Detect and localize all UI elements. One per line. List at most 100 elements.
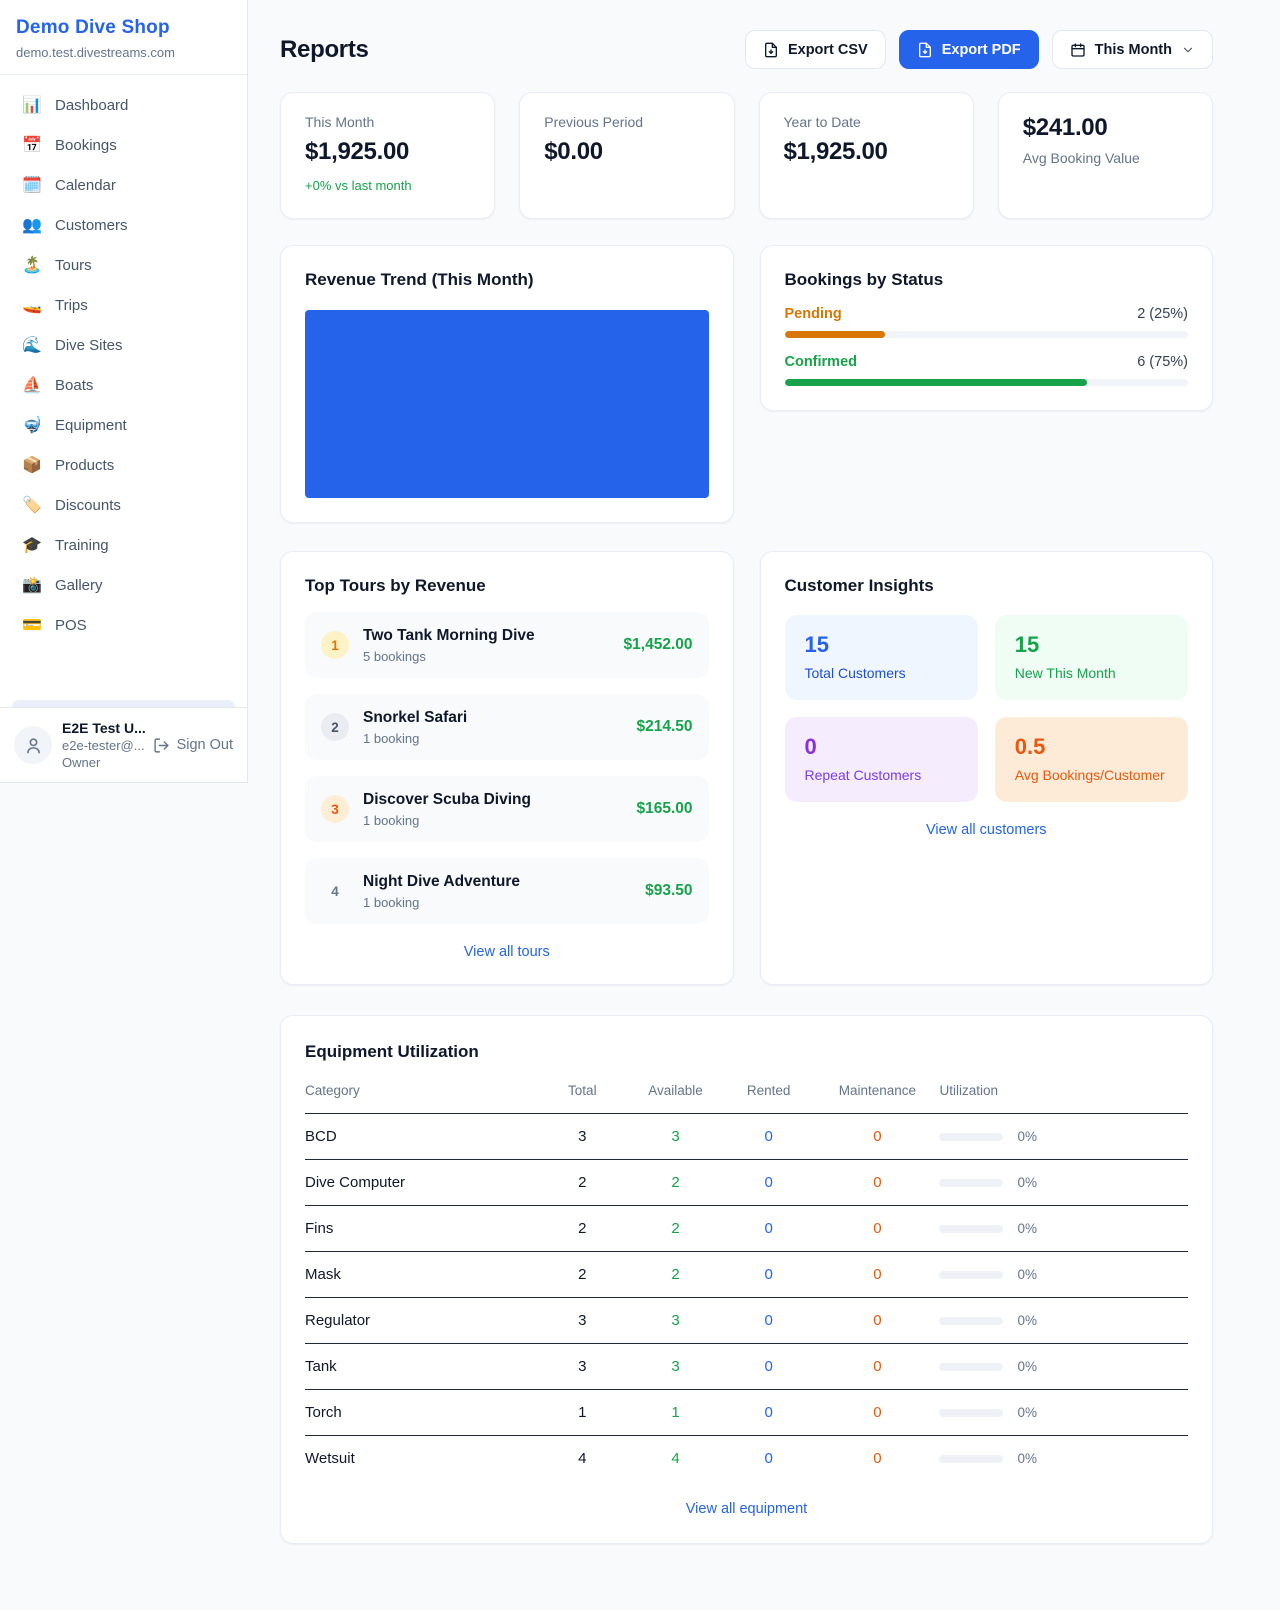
status-label: Confirmed xyxy=(785,354,858,370)
column-header: Utilization xyxy=(939,1083,1188,1114)
sidebar-item-bookings[interactable]: 📅 Bookings xyxy=(12,125,235,165)
revenue-trend-chart xyxy=(305,310,709,498)
status-bar-track xyxy=(785,379,1189,386)
table-row: Fins 2 2 0 0 0% xyxy=(305,1206,1188,1252)
sign-out-label: Sign Out xyxy=(177,737,233,753)
tour-row: 2 Snorkel Safari 1 booking $214.50 xyxy=(305,694,709,760)
category-cell: Torch xyxy=(305,1390,536,1436)
sidebar-item-label: POS xyxy=(55,617,87,634)
export-pdf-button[interactable]: Export PDF xyxy=(899,30,1039,69)
sign-out-button[interactable]: Sign Out xyxy=(153,737,233,754)
sidebar-item-dashboard[interactable]: 📊 Dashboard xyxy=(12,85,235,125)
shop-domain: demo.test.divestreams.com xyxy=(16,45,231,60)
category-cell: Regulator xyxy=(305,1298,536,1344)
calendar-icon: 🗓️ xyxy=(22,175,42,195)
stat-label: Year to Date xyxy=(784,114,949,130)
bookings-by-status-title: Bookings by Status xyxy=(785,270,1189,290)
sidebar-item-dive-sites[interactable]: 🌊 Dive Sites xyxy=(12,325,235,365)
utilization-text: 0% xyxy=(1017,1313,1037,1328)
utilization-bar xyxy=(939,1455,1003,1463)
view-all-tours-link[interactable]: View all tours xyxy=(464,944,550,960)
sidebar-item-trips[interactable]: 🚤 Trips xyxy=(12,285,235,325)
insight-tile-new-this-month: 15 New This Month xyxy=(995,615,1188,700)
export-csv-button[interactable]: Export CSV xyxy=(745,30,886,69)
total-cell: 3 xyxy=(536,1114,629,1160)
status-row-confirmed: Confirmed 6 (75%) xyxy=(785,354,1189,386)
table-row: Dive Computer 2 2 0 0 0% xyxy=(305,1160,1188,1206)
sidebar-item-training[interactable]: 🎓 Training xyxy=(12,525,235,565)
utilization-bar xyxy=(939,1133,1003,1141)
brand-block: Demo Dive Shop demo.test.divestreams.com xyxy=(0,0,247,75)
utilization-bar xyxy=(939,1179,1003,1187)
available-cell: 2 xyxy=(629,1160,722,1206)
utilization-text: 0% xyxy=(1017,1405,1037,1420)
export-pdf-label: Export PDF xyxy=(942,42,1021,58)
total-cell: 3 xyxy=(536,1344,629,1390)
available-cell: 2 xyxy=(629,1252,722,1298)
total-cell: 4 xyxy=(536,1436,629,1482)
sidebar-item-boats[interactable]: ⛵ Boats xyxy=(12,365,235,405)
utilization-bar xyxy=(939,1317,1003,1325)
period-select[interactable]: This Month xyxy=(1052,30,1213,69)
tour-amount: $214.50 xyxy=(636,718,692,736)
stat-value: $1,925.00 xyxy=(305,138,470,166)
rank-badge: 2 xyxy=(321,713,349,741)
stat-card-avg-booking-value: $241.00 Avg Booking Value xyxy=(998,92,1213,219)
stat-card-previous-period: Previous Period $0.00 xyxy=(519,92,734,219)
status-row-pending: Pending 2 (25%) xyxy=(785,306,1189,338)
insight-value: 0.5 xyxy=(1015,734,1168,760)
training-icon: 🎓 xyxy=(22,535,42,555)
top-tours-card: Top Tours by Revenue 1 Two Tank Morning … xyxy=(280,551,734,985)
maintenance-cell: 0 xyxy=(815,1252,939,1298)
category-cell: Wetsuit xyxy=(305,1436,536,1482)
sidebar-item-label: Equipment xyxy=(55,417,127,434)
table-row: BCD 3 3 0 0 0% xyxy=(305,1114,1188,1160)
sidebar-item-products[interactable]: 📦 Products xyxy=(12,445,235,485)
stat-value: $241.00 xyxy=(1023,114,1188,142)
sidebar-item-discounts[interactable]: 🏷️ Discounts xyxy=(12,485,235,525)
sidebar-item-tours[interactable]: 🏝️ Tours xyxy=(12,245,235,285)
sidebar-nav: 📊 Dashboard 📅 Bookings 🗓️ Calendar 👥 Cus… xyxy=(0,75,247,707)
available-cell: 4 xyxy=(629,1436,722,1482)
tour-bookings: 5 bookings xyxy=(363,649,610,664)
stat-label: This Month xyxy=(305,114,470,130)
tour-bookings: 1 booking xyxy=(363,895,631,910)
rank-badge: 4 xyxy=(321,877,349,905)
maintenance-cell: 0 xyxy=(815,1206,939,1252)
view-all-customers-link[interactable]: View all customers xyxy=(926,822,1047,838)
tour-name: Discover Scuba Diving xyxy=(363,791,622,809)
table-row: Mask 2 2 0 0 0% xyxy=(305,1252,1188,1298)
user-name: E2E Test U... xyxy=(62,720,143,736)
stat-card-year-to-date: Year to Date $1,925.00 xyxy=(759,92,974,219)
tour-amount: $1,452.00 xyxy=(624,636,693,654)
person-icon xyxy=(24,736,43,755)
rank-badge: 1 xyxy=(321,631,349,659)
boats-icon: ⛵ xyxy=(22,375,42,395)
avatar xyxy=(14,726,52,764)
status-bar-track xyxy=(785,331,1189,338)
column-header: Total xyxy=(536,1083,629,1114)
sidebar-item-pos[interactable]: 💳 POS xyxy=(12,605,235,645)
view-all-equipment-link[interactable]: View all equipment xyxy=(686,1501,807,1517)
sidebar-item-calendar[interactable]: 🗓️ Calendar xyxy=(12,165,235,205)
sidebar-item-reports-partial[interactable] xyxy=(12,700,235,707)
rented-cell: 0 xyxy=(722,1206,815,1252)
total-cell: 3 xyxy=(536,1298,629,1344)
insight-tile-avg-bookings: 0.5 Avg Bookings/Customer xyxy=(995,717,1188,802)
status-count: 2 (25%) xyxy=(1137,306,1188,322)
insight-label: Total Customers xyxy=(805,665,958,681)
insight-grid: 15 Total Customers 15 New This Month 0 R… xyxy=(785,615,1189,802)
chevron-down-icon xyxy=(1181,43,1195,57)
maintenance-cell: 0 xyxy=(815,1160,939,1206)
discounts-icon: 🏷️ xyxy=(22,495,42,515)
insight-tile-total-customers: 15 Total Customers xyxy=(785,615,978,700)
sidebar-item-label: Boats xyxy=(55,377,93,394)
sidebar-item-gallery[interactable]: 📸 Gallery xyxy=(12,565,235,605)
utilization-cell: 0% xyxy=(939,1206,1188,1252)
rented-cell: 0 xyxy=(722,1114,815,1160)
utilization-text: 0% xyxy=(1017,1451,1037,1466)
sidebar-item-equipment[interactable]: 🤿 Equipment xyxy=(12,405,235,445)
insight-value: 0 xyxy=(805,734,958,760)
sidebar-item-customers[interactable]: 👥 Customers xyxy=(12,205,235,245)
column-header: Rented xyxy=(722,1083,815,1114)
